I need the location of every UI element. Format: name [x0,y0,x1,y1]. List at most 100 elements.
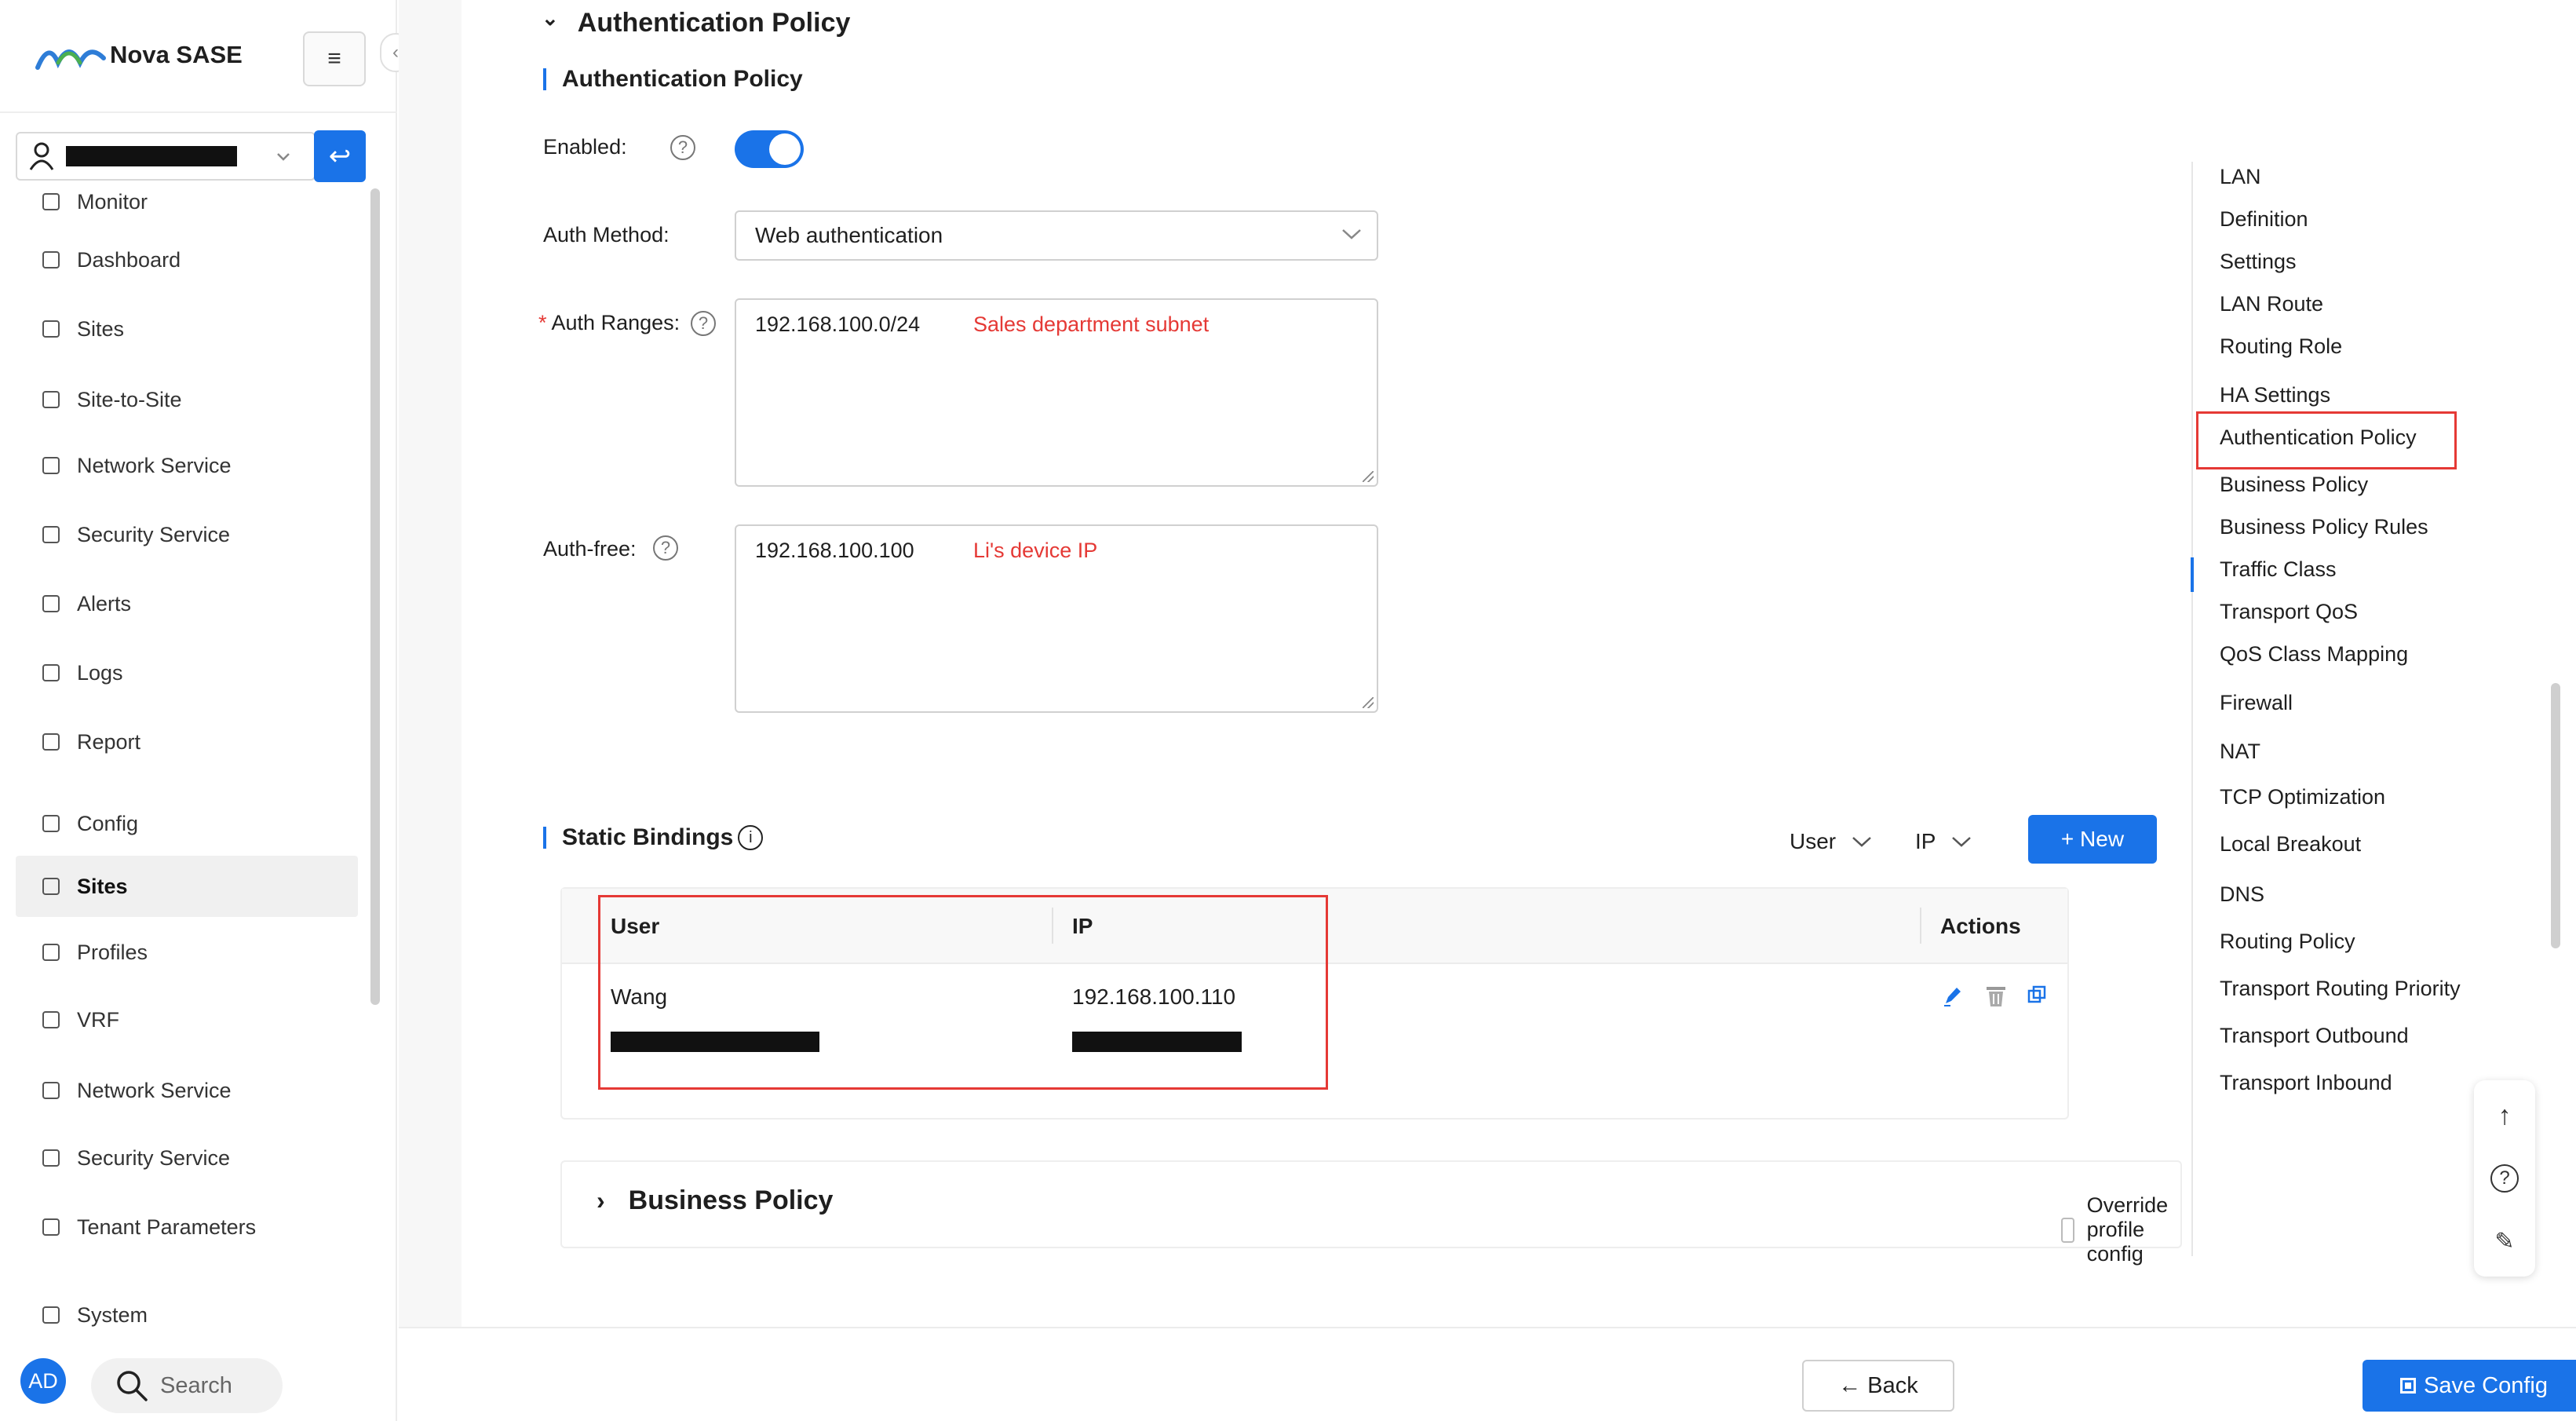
column-header-actions: Actions [1940,914,2021,938]
anchor-link-transport-qos[interactable]: Transport QoS [2220,600,2358,624]
search-button[interactable]: Search [91,1358,283,1413]
help-icon: ? [2490,1164,2519,1193]
anchor-link-firewall[interactable]: Firewall [2220,691,2293,715]
app-title: Nova SASE [110,41,243,68]
anchor-link-qos-class-mapping[interactable]: QoS Class Mapping [2220,642,2408,667]
anchor-active-indicator [2191,557,2194,592]
anchor-link-lan[interactable]: LAN [2220,165,2261,189]
enabled-label: Enabled: [543,135,627,159]
sidebar-item-monitor[interactable]: Monitor [16,171,358,232]
business-policy-header[interactable]: › Business Policy [597,1185,833,1216]
sidebar-item-report[interactable]: Report [16,711,358,773]
save-config-button[interactable]: Save Config [2363,1360,2576,1412]
sidebar-item-label: Dashboard [77,247,181,272]
sidebar-item-profiles[interactable]: Profiles [16,922,358,983]
section-marker [543,68,546,90]
anchor-link-transport-outbound[interactable]: Transport Outbound [2220,1024,2409,1048]
sidebar-item-label: Alerts [77,591,132,616]
auth-ranges-annotation: Sales department subnet [973,312,1210,336]
sidebar-item-system[interactable]: System [16,1284,358,1346]
sidebar-item-label: System [77,1302,148,1327]
sidebar-item-label: Tenant Parameters [77,1215,257,1239]
anchor-link-tcp-optimization[interactable]: TCP Optimization [2220,785,2385,809]
anchor-link-local-breakout[interactable]: Local Breakout [2220,832,2361,857]
auth-policy-subtitle: Authentication Policy [562,66,803,92]
sidebar-item-tenant-parameters[interactable]: Tenant Parameters [16,1196,358,1258]
checkbox-icon [42,457,60,474]
sidebar-item-security-service[interactable]: Security Service [16,1127,358,1189]
delete-icon[interactable] [1984,984,2008,1008]
auth-free-annotation: Li's device IP [973,539,1098,562]
anchor-link-transport-routing-priority[interactable]: Transport Routing Priority [2220,977,2461,1001]
auth-free-textarea[interactable]: 192.168.100.100 Li's device IP [735,524,1378,713]
expand-chevron-icon: › [597,1186,605,1215]
sidebar-item-network-service[interactable]: Network Service [16,435,358,496]
anchor-link-routing-policy[interactable]: Routing Policy [2220,930,2355,954]
business-policy-card: › Business Policy Override profile confi… [560,1160,2182,1266]
page-scrollbar[interactable] [2551,683,2560,948]
anchor-link-business-policy-rules[interactable]: Business Policy Rules [2220,515,2428,539]
auth-method-select[interactable]: Web authentication [735,210,1378,261]
sidebar-item-dashboard[interactable]: Dashboard [16,229,358,290]
checkbox-icon [42,595,60,612]
logo[interactable]: Nova SASE [35,39,243,71]
edit-icon[interactable] [1942,984,1962,1008]
copy-icon[interactable] [2027,984,2047,1006]
chevron-down-icon [1342,229,1361,239]
checkbox-icon [42,1011,60,1028]
anchor-link-traffic-class[interactable]: Traffic Class [2220,557,2337,582]
sidebar-item-site-to-site[interactable]: Site-to-Site [16,369,358,430]
sidebar-item-label: Security Service [77,1145,231,1170]
sidebar-item-network-service[interactable]: Network Service [16,1060,358,1121]
sidebar-item-config[interactable]: Config [16,793,358,854]
static-bindings-title: Static Bindings [562,824,734,850]
user-filter-dropdown[interactable]: User [1790,829,1872,854]
enabled-help-icon[interactable]: ? [670,135,695,160]
anchor-link-transport-inbound[interactable]: Transport Inbound [2220,1071,2392,1095]
footer-bar [399,1327,2576,1421]
back-button[interactable]: ← Back [1802,1360,1954,1412]
auth-free-help-icon[interactable]: ? [653,535,678,561]
feedback-button[interactable]: ✎ [2474,1214,2535,1269]
anchor-link-routing-role[interactable]: Routing Role [2220,334,2342,359]
search-label: Search [160,1372,232,1398]
anchor-link-lan-route[interactable]: LAN Route [2220,292,2323,316]
sidebar-item-vrf[interactable]: VRF [16,989,358,1050]
anchor-link-settings[interactable]: Settings [2220,250,2297,274]
resize-handle[interactable] [1363,471,1374,482]
sidebar-item-alerts[interactable]: Alerts [16,573,358,634]
toggle-knob [769,133,801,165]
new-binding-button[interactable]: + New [2028,815,2157,864]
sidebar-item-logs[interactable]: Logs [16,642,358,703]
override-profile-checkbox[interactable]: Override profile config [2061,1193,2180,1266]
sidebar-item-sites[interactable]: Sites [16,298,358,360]
sidebar-item-security-service[interactable]: Security Service [16,504,358,565]
sidebar-item-label: Security Service [77,522,231,546]
checkbox-icon [42,815,60,832]
nova-logo-icon [35,49,106,70]
avatar[interactable]: AD [20,1358,66,1404]
enabled-toggle[interactable] [735,130,804,168]
anchor-link-ha-settings[interactable]: HA Settings [2220,383,2330,407]
anchor-link-dns[interactable]: DNS [2220,882,2264,907]
checkbox[interactable] [2061,1217,2074,1243]
auth-policy-section-header[interactable]: ⌄ Authentication Policy [542,6,850,38]
anchor-link-nat[interactable]: NAT [2220,740,2260,764]
anchor-link-business-policy[interactable]: Business Policy [2220,473,2368,497]
menu-toggle-button[interactable]: ≡ [303,31,366,86]
anchor-link-definition[interactable]: Definition [2220,207,2308,232]
checkbox-icon [42,944,60,961]
help-button[interactable]: ? [2474,1151,2535,1206]
resize-handle[interactable] [1363,697,1374,708]
auth-method-value: Web authentication [755,223,943,247]
divider [0,111,397,113]
sidebar-item-sites[interactable]: Sites [16,856,358,917]
scroll-top-button[interactable]: ↑ [2474,1088,2535,1143]
info-icon[interactable]: i [738,825,764,850]
auth-ranges-textarea[interactable]: 192.168.100.0/24 Sales department subnet [735,298,1378,487]
ip-filter-dropdown[interactable]: IP [1915,829,1972,854]
auth-ranges-help-icon[interactable]: ? [691,311,716,336]
sidebar-scrollbar[interactable] [370,188,380,1005]
checkbox-icon [42,193,60,210]
sidebar-item-label: Config [77,811,139,835]
